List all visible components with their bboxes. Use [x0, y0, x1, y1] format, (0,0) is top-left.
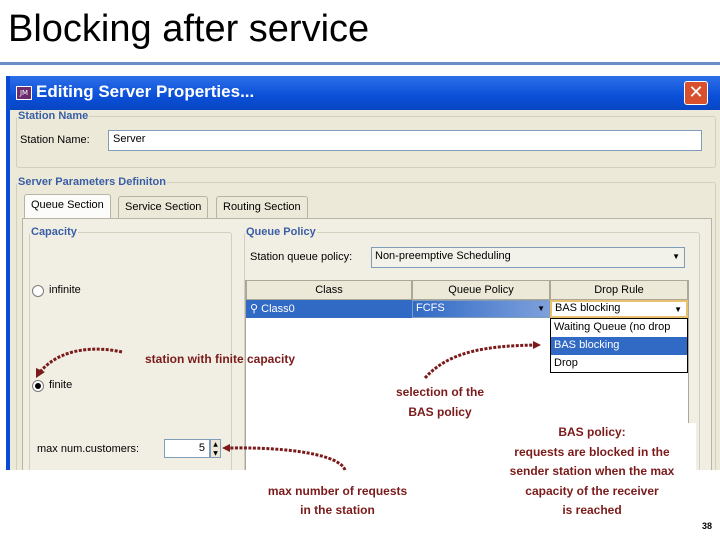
annotation-line: BAS policy — [408, 405, 472, 419]
arrow-to-bas-option — [423, 343, 536, 379]
annotation-line: capacity of the receiver — [525, 483, 659, 498]
annotation-line: is reached — [562, 503, 622, 517]
arrow-to-finite — [38, 347, 123, 373]
annotation-finite-capacity: station with finite capacity — [145, 352, 296, 366]
annotation-bas-policy: BAS policy: requests are blocked in the … — [488, 423, 696, 521]
arrowhead — [222, 444, 230, 452]
arrowhead — [533, 341, 541, 349]
annotation-line: in the station — [300, 503, 375, 517]
annotation-max-requests: max number of requests in the station — [240, 482, 435, 520]
annotation-line: sender station when the max — [509, 464, 675, 478]
annotation-line: BAS policy: — [558, 425, 626, 439]
annotation-line: selection of the — [395, 385, 484, 399]
page-number: 38 — [702, 521, 713, 531]
annotation-line: max number of requests — [267, 484, 408, 498]
annotation-bas-selection: selection of the BAS policy — [370, 382, 510, 422]
annotation-line: requests are blocked in the — [514, 444, 670, 459]
arrow-to-max-customers — [229, 446, 347, 471]
